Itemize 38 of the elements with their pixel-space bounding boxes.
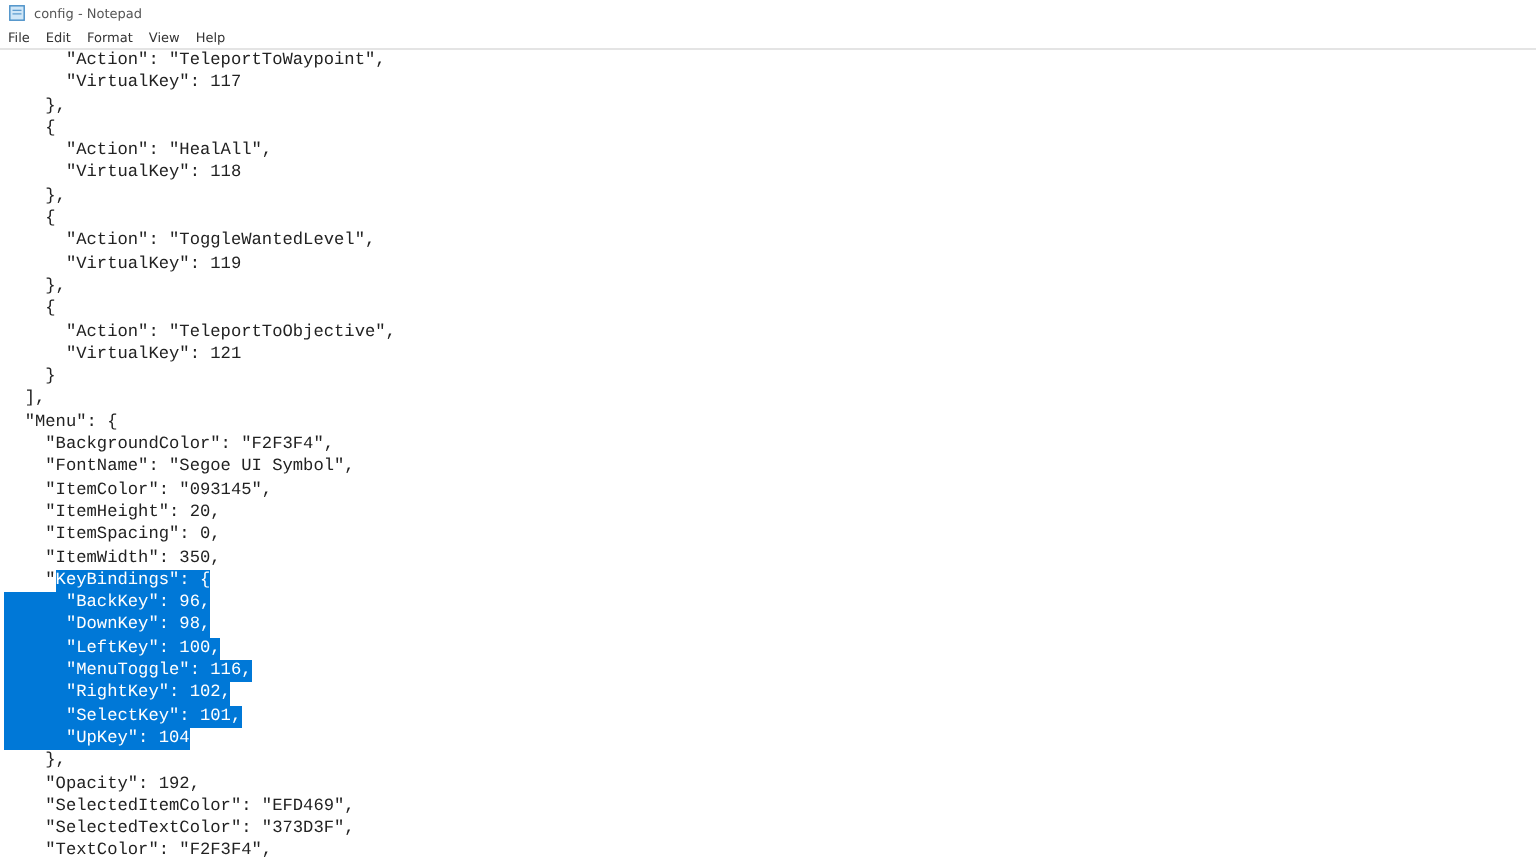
code-text: "ItemColor": "093145", <box>43 479 273 502</box>
code-text: "VirtualKey": 119 <box>63 253 242 276</box>
code-text: { <box>43 117 56 141</box>
code-text: "ItemHeight": 20, <box>43 501 221 525</box>
code-text: "TextColor": "F2F3F4", <box>43 840 273 864</box>
code-text: "SelectedTextColor": "373D3F", <box>43 818 355 841</box>
code-text: "SelectedItemColor": "EFD469", <box>43 795 355 819</box>
code-text: "BackgroundColor": "F2F3F4", <box>43 434 335 457</box>
selected-text: KeyBindings": { <box>55 569 211 593</box>
code-text: }, <box>43 275 66 299</box>
selected-text: "MenuToggle": 116, <box>4 660 252 683</box>
code-text: } <box>43 366 56 389</box>
code-text: "Menu": { <box>22 411 118 435</box>
code-text: }, <box>43 185 66 209</box>
code-text: "Action": "TeleportToWaypoint", <box>63 50 386 73</box>
selected-text: "LeftKey": 100, <box>4 637 221 661</box>
code-text: "Action": "TeleportToObjective", <box>63 321 396 344</box>
code-text: { <box>43 208 56 231</box>
code-text: "VirtualKey": 117 <box>63 72 242 96</box>
code-text: "ItemWidth": 350, <box>43 547 221 570</box>
code-text: ], <box>22 388 46 412</box>
notepad-icon <box>8 4 26 22</box>
selected-text: "SelectKey": 101, <box>4 705 242 728</box>
code-text: "VirtualKey": 118 <box>63 162 242 186</box>
code-text: }, <box>43 750 66 773</box>
code-text: "Opacity": 192, <box>43 773 200 796</box>
code-text: "VirtualKey": 121 <box>63 343 242 367</box>
code-text: " <box>43 569 56 593</box>
code-text: { <box>43 298 56 322</box>
code-text: "FontName": "Segoe UI Symbol", <box>43 456 355 480</box>
selected-text: "DownKey": 98, <box>4 614 211 638</box>
selected-text: "BackKey": 96, <box>4 592 211 615</box>
code-text: "Action": "ToggleWantedLevel", <box>63 230 376 254</box>
selected-text: "RightKey": 102, <box>4 682 231 706</box>
code-text: }, <box>43 95 66 118</box>
selected-text: "UpKey": 104 <box>4 727 190 751</box>
code-text: "Action": "HealAll", <box>63 140 273 163</box>
code-text: "ItemSpacing": 0, <box>43 524 221 548</box>
